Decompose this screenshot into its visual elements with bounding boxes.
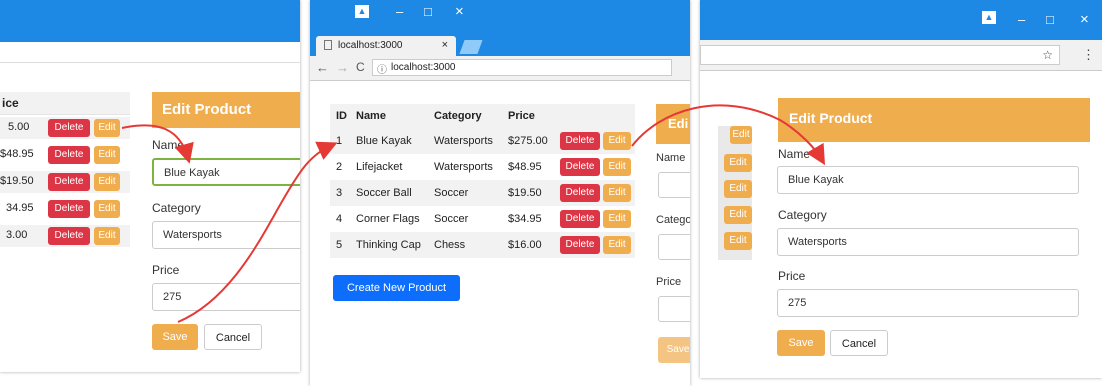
arrow-list-edit-to-form <box>631 104 826 166</box>
flow-arrows <box>121 104 826 323</box>
arrow-edit-to-form <box>121 124 194 164</box>
arrow-save-to-list <box>177 141 338 323</box>
